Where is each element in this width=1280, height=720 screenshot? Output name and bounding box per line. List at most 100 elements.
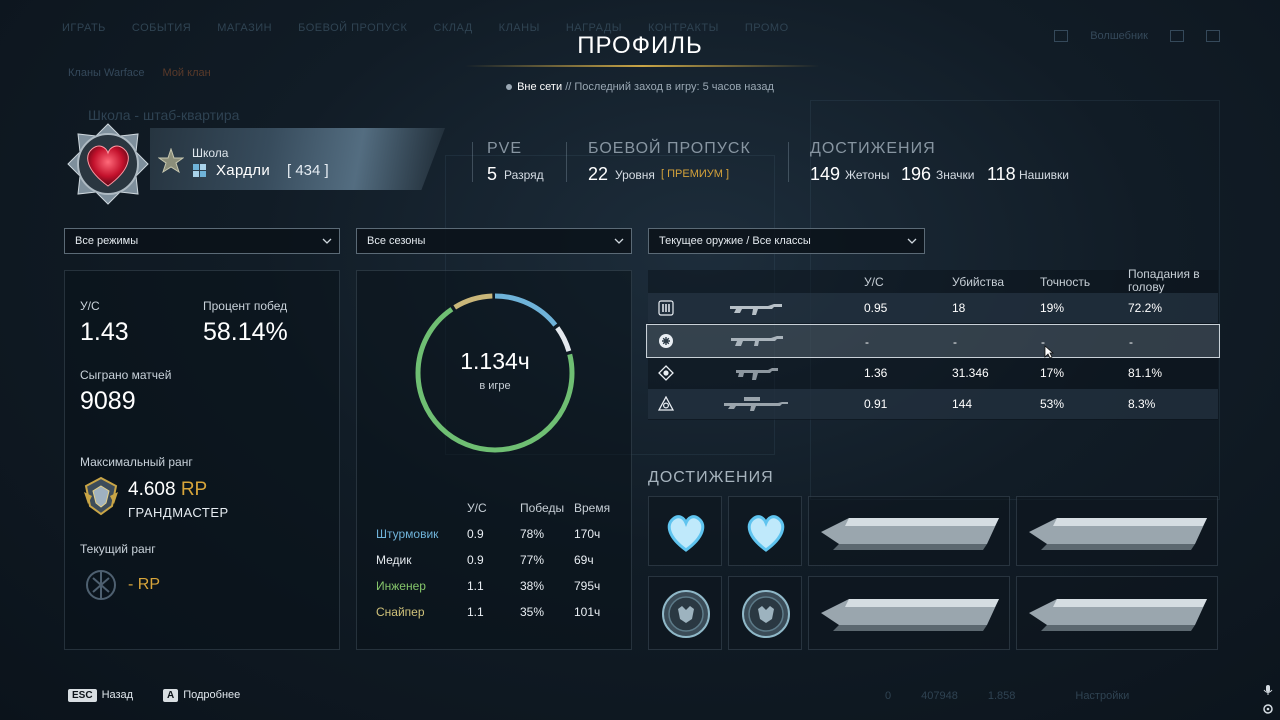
weapon-accuracy-header: Точность — [1040, 275, 1091, 289]
matches-label: Сыграно матчей — [80, 368, 172, 382]
achievement-tile[interactable] — [808, 576, 1010, 650]
medic-icon — [659, 334, 673, 348]
weapons-dropdown-value: Текущее оружие / Все классы — [659, 235, 811, 247]
achievement-tile[interactable] — [728, 576, 802, 650]
max-rank-rp-value: 4.608 — [128, 479, 176, 500]
class-time-header: Время — [574, 501, 611, 515]
tiger-token-icon — [662, 590, 710, 638]
achievement-tile[interactable] — [728, 496, 802, 566]
badges-value: 196 — [901, 164, 932, 184]
background-subtitle: Школа - штаб-квартира — [88, 107, 240, 123]
class-time: 69ч — [574, 553, 594, 567]
heart-badge-icon — [747, 515, 785, 552]
smg-icon — [736, 368, 778, 380]
class-kd-header: У/С — [467, 501, 487, 515]
weapon-row[interactable]: 0.91 144 53% 8.3% — [648, 389, 1218, 419]
divider — [472, 142, 473, 182]
class-time: 101ч — [574, 605, 601, 619]
winrate-value: 58.14% — [203, 318, 288, 346]
microphone-icon — [1263, 685, 1273, 695]
weapon-headshots-header: Попадания в голову — [1128, 267, 1200, 294]
assault-rifle-icon — [730, 304, 782, 315]
achievement-tile[interactable] — [648, 496, 722, 566]
weapon-kills: 18 — [952, 301, 966, 315]
weapon-kills: - — [953, 335, 957, 349]
class-time: 795ч — [574, 579, 601, 593]
max-rank-name: ГРАНДМАСТЕР — [128, 505, 229, 520]
achievements-label: ДОСТИЖЕНИЯ — [810, 140, 936, 157]
bg-count: 0 — [885, 690, 892, 702]
class-stats-table: У/С Победы Время Штурмовик 0.9 78% 170ч … — [376, 500, 626, 630]
player-level: [ 434 ] — [287, 162, 329, 179]
class-kd: 1.1 — [467, 605, 484, 619]
background-tabs: Кланы Warface Мой клан — [68, 67, 211, 79]
stripe-banner-icon — [821, 518, 999, 550]
achievement-tile[interactable] — [1016, 496, 1218, 566]
sniper-rifle-icon — [724, 397, 788, 411]
clan-role-icon — [193, 164, 206, 177]
bg-tab: Кланы Warface — [68, 67, 145, 79]
clan-name: Школа — [192, 146, 229, 160]
mouse-cursor-icon — [1044, 345, 1054, 359]
playtime-label: в игре — [479, 380, 511, 392]
back-label: Назад — [101, 689, 134, 701]
weapon-kills: 144 — [952, 397, 973, 411]
stripe-banner-icon — [821, 599, 999, 631]
modes-dropdown-value: Все режимы — [75, 235, 139, 247]
weapon-row[interactable]: 0.95 18 19% 72.2% — [648, 293, 1218, 323]
heart-badge-icon — [667, 515, 705, 552]
esc-key-hint: ESC — [68, 689, 97, 702]
weapon-row-selected[interactable]: - - - - — [646, 324, 1220, 358]
weapon-headshots: 81.1% — [1128, 366, 1163, 380]
playtime-value: 1.134ч — [460, 348, 530, 374]
seasons-dropdown-value: Все сезоны — [367, 235, 426, 247]
battlepass-value: 22 — [588, 164, 609, 184]
status-last-login: Последний заход в игру: 5 часов назад — [574, 81, 774, 93]
bg-count: 1.858 — [987, 690, 1016, 702]
kd-label: У/С — [80, 299, 100, 313]
class-wins: 78% — [520, 527, 545, 541]
weapon-row[interactable]: 1.36 31.346 17% 81.1% — [648, 358, 1218, 388]
weapon-accuracy: 53% — [1040, 397, 1065, 411]
rank-star-icon — [158, 148, 184, 174]
achievement-tile[interactable] — [648, 576, 722, 650]
achievement-tile[interactable] — [1016, 576, 1218, 650]
premium-badge: [ ПРЕМИУМ ] — [661, 168, 730, 180]
modes-dropdown[interactable]: Все режимы — [64, 228, 340, 254]
offline-dot-icon — [506, 84, 513, 91]
class-name-medic: Медик — [376, 553, 412, 567]
achievement-tile[interactable] — [808, 496, 1010, 566]
battlepass-label: БОЕВОЙ ПРОПУСК — [588, 140, 751, 157]
class-time: 170ч — [574, 527, 601, 541]
settings-gear-icon — [1263, 704, 1273, 714]
title-underline — [465, 65, 820, 67]
achievements-section-title: ДОСТИЖЕНИЯ — [648, 469, 774, 486]
class-kd: 0.9 — [467, 527, 484, 541]
divider — [566, 142, 567, 182]
status-online: Вне сети — [517, 81, 563, 93]
weapon-headshots: 72.2% — [1128, 301, 1163, 315]
weapon-kd: 0.95 — [864, 301, 888, 315]
winrate-label: Процент побед — [203, 299, 288, 313]
weapon-headshots: 8.3% — [1128, 397, 1156, 411]
seasons-dropdown[interactable]: Все сезоны — [356, 228, 632, 254]
class-wins: 38% — [520, 579, 545, 593]
engineer-icon — [658, 365, 674, 381]
stripes-label: Нашивки — [1019, 168, 1069, 182]
stripe-banner-icon — [1029, 518, 1207, 550]
weapon-kd: 0.91 — [864, 397, 888, 411]
pve-value: 5 — [487, 164, 498, 184]
class-wins-header: Победы — [520, 501, 565, 515]
page-title: ПРОФИЛЬ — [577, 32, 703, 59]
grandmaster-rank-icon — [84, 476, 118, 516]
background-footer: 0 407948 1.858 Настройки — [885, 690, 1129, 702]
back-button[interactable]: ESC Назад — [68, 689, 133, 702]
tokens-label: Жетоны — [845, 168, 890, 182]
class-wins: 77% — [520, 553, 545, 567]
current-rank-rp-value: - — [128, 576, 134, 593]
details-button[interactable]: A Подробнее — [163, 689, 240, 702]
chevron-down-icon — [614, 238, 624, 244]
sniper-icon — [658, 396, 674, 411]
class-wins: 35% — [520, 605, 545, 619]
weapons-dropdown[interactable]: Текущее оружие / Все классы — [648, 228, 925, 254]
